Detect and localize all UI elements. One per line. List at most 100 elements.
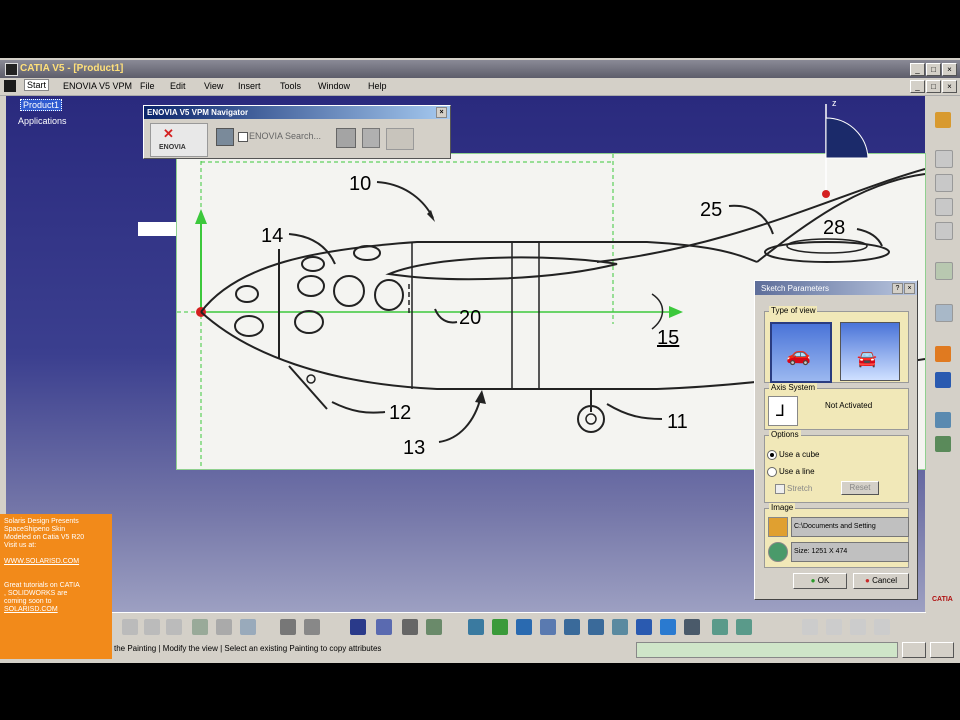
tree-node-applications[interactable]: Applications xyxy=(18,116,67,126)
compass-widget[interactable]: z xyxy=(808,96,872,200)
refresh-image-icon[interactable] xyxy=(768,542,788,562)
menu-window[interactable]: Window xyxy=(318,81,350,91)
menu-enovia[interactable]: ENOVIA V5 VPM xyxy=(63,81,132,91)
workbench-icon[interactable] xyxy=(935,112,951,128)
command-input[interactable] xyxy=(636,642,898,658)
tree-node-product[interactable]: Product1 xyxy=(20,99,63,111)
menu-edit[interactable]: Edit xyxy=(170,81,186,91)
menu-insert[interactable]: Insert xyxy=(238,81,261,91)
zoom-in-icon[interactable] xyxy=(564,619,580,635)
menu-tools[interactable]: Tools xyxy=(280,81,301,91)
paste-icon[interactable] xyxy=(166,619,182,635)
reset-button[interactable]: Reset xyxy=(841,481,879,495)
fit-all-icon[interactable] xyxy=(492,619,508,635)
doc-minimize-button[interactable]: _ xyxy=(910,80,925,93)
doc-restore-button[interactable]: □ xyxy=(926,80,941,93)
paint-icon[interactable] xyxy=(935,346,951,362)
panel-title-bar: ENOVIA V5 VPM Navigator × xyxy=(144,106,450,119)
menu-start[interactable]: Start xyxy=(24,79,50,91)
menu-file[interactable]: File xyxy=(140,81,155,91)
select-icon[interactable] xyxy=(935,262,953,280)
navigator-icon[interactable] xyxy=(216,128,234,146)
panel-title: ENOVIA V5 VPM Navigator xyxy=(147,108,249,117)
rotate-icon[interactable] xyxy=(540,619,556,635)
promo-link[interactable]: SOLARISD.COM xyxy=(0,606,112,614)
type-of-view-label: Type of view xyxy=(769,306,818,315)
axis-system-button[interactable]: ⅃ xyxy=(768,396,798,426)
tool-icon[interactable] xyxy=(935,150,953,168)
tool-icon[interactable] xyxy=(362,128,380,148)
swap-icon[interactable] xyxy=(712,619,728,635)
tool-icon[interactable] xyxy=(850,619,866,635)
tool-icon[interactable] xyxy=(935,304,953,322)
doc-icon[interactable] xyxy=(4,80,16,92)
menu-help[interactable]: Help xyxy=(368,81,387,91)
menu-view[interactable]: View xyxy=(204,81,223,91)
promo-link[interactable]: WWW.SOLARISD.COM xyxy=(0,558,112,566)
dialog-close-button[interactable]: × xyxy=(904,283,915,294)
ok-button[interactable]: ● OK xyxy=(793,573,847,589)
dialog-title: Sketch Parameters xyxy=(761,284,830,293)
tool-icon[interactable] xyxy=(376,619,392,635)
hide-show-icon[interactable] xyxy=(684,619,700,635)
tool-icon[interactable] xyxy=(935,198,953,216)
maximize-button[interactable]: □ xyxy=(926,63,941,76)
use-line-radio[interactable] xyxy=(767,467,777,477)
views-icon[interactable] xyxy=(636,619,652,635)
enovia-logo-button[interactable]: ✕ ENOVIA xyxy=(150,123,208,157)
tool-icon[interactable] xyxy=(826,619,842,635)
tool-icon[interactable] xyxy=(736,619,752,635)
promo-line: Modeled on Catia V5 R20 xyxy=(4,534,85,541)
tool-icon[interactable] xyxy=(874,619,890,635)
stretch-checkbox[interactable] xyxy=(775,484,785,494)
tool-icon[interactable] xyxy=(304,619,320,635)
status-bar: the Painting | Modify the view | Select … xyxy=(112,640,960,660)
promo-line: Solaris Design Presents xyxy=(4,518,79,525)
tool-icon[interactable] xyxy=(802,619,818,635)
tool-icon[interactable] xyxy=(192,619,208,635)
fly-icon[interactable] xyxy=(468,619,484,635)
stretch-label: Stretch xyxy=(787,484,813,493)
tool-icon[interactable] xyxy=(350,619,366,635)
panel-close-button[interactable]: × xyxy=(436,107,447,118)
zoom-out-icon[interactable] xyxy=(588,619,604,635)
undo-icon[interactable] xyxy=(216,619,232,635)
image-size-field: Size: 1251 X 474 xyxy=(791,542,909,562)
enovia-search-label[interactable]: ENOVIA Search... xyxy=(249,131,321,141)
render-icon[interactable] xyxy=(935,372,951,388)
tool-icon[interactable] xyxy=(402,619,418,635)
app-icon[interactable] xyxy=(5,63,18,76)
tool-icon[interactable] xyxy=(935,436,951,452)
status-button[interactable] xyxy=(930,642,954,658)
tool-icon[interactable] xyxy=(280,619,296,635)
cut-icon[interactable] xyxy=(122,619,138,635)
normal-view-icon[interactable] xyxy=(612,619,628,635)
pan-icon[interactable] xyxy=(516,619,532,635)
doc-close-button[interactable]: × xyxy=(942,80,957,93)
image-path-field[interactable]: C:\Documents and Setting xyxy=(791,517,909,537)
cancel-button[interactable]: ● Cancel xyxy=(853,573,909,589)
minimize-button[interactable]: _ xyxy=(910,63,925,76)
cancel-label: Cancel xyxy=(872,576,897,585)
open-folder-icon[interactable] xyxy=(768,517,788,537)
help-icon[interactable] xyxy=(240,619,256,635)
tool-icon[interactable] xyxy=(935,174,953,192)
promo-line: coming soon to xyxy=(4,598,52,605)
copy-icon[interactable] xyxy=(144,619,160,635)
use-cube-radio[interactable] xyxy=(767,450,777,460)
status-button[interactable] xyxy=(902,642,926,658)
close-button[interactable]: × xyxy=(942,63,957,76)
search-checkbox[interactable] xyxy=(238,132,248,142)
perspective-view-button[interactable]: 🚗 xyxy=(770,322,832,383)
callout-label: 12 xyxy=(389,402,411,424)
side-view-button[interactable]: 🚘 xyxy=(840,322,900,381)
tool-icon[interactable] xyxy=(935,412,951,428)
binoculars-icon[interactable] xyxy=(336,128,356,148)
sketch-plane-edge xyxy=(138,222,176,236)
render-style-icon[interactable] xyxy=(660,619,676,635)
tool-icon[interactable] xyxy=(426,619,442,635)
arrow-tool-icon[interactable] xyxy=(386,128,414,150)
callout-label: 25 xyxy=(700,199,722,221)
help-button[interactable]: ? xyxy=(892,283,903,294)
tool-icon[interactable] xyxy=(935,222,953,240)
